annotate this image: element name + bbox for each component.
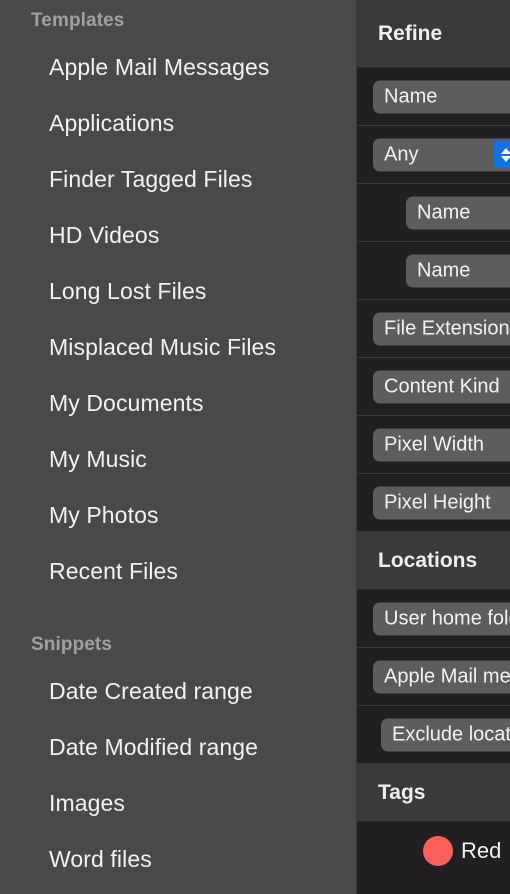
row-pixel-height-token[interactable]: Pixel Height — [373, 486, 510, 519]
tag-label: Red — [461, 838, 502, 863]
sidebar-item-long-lost-files[interactable]: Long Lost Files — [49, 278, 206, 305]
row-exclude-locations-label: Exclude locations — [392, 723, 510, 745]
row-apple-mail-label: Apple Mail messages — [384, 665, 510, 687]
row-exclude-locations[interactable]: Exclude locations — [357, 706, 510, 764]
sidebar-item-recent-files[interactable]: Recent Files — [49, 558, 178, 585]
refine-panel[interactable]: Refine Name Any Name Name File Extension Conte… — [357, 0, 510, 894]
tags-section-header: Tags — [357, 764, 510, 822]
row-file-extension-token[interactable]: File Extension — [373, 312, 510, 345]
sidebar-item-my-documents[interactable]: My Documents — [49, 390, 204, 417]
row-name-nested-2-token[interactable]: Name — [406, 254, 510, 287]
row-name-nested-1[interactable]: Name — [357, 184, 510, 242]
chevron-up-down-icon[interactable] — [494, 141, 510, 168]
templates-sidebar[interactable]: Templates Apple Mail Messages Applications… — [0, 0, 357, 894]
row-pixel-width[interactable]: Pixel Width — [357, 416, 510, 474]
row-pixel-width-label: Pixel Width — [384, 433, 485, 455]
sidebar-item-date-created-range[interactable]: Date Created range — [49, 678, 253, 705]
row-name-label: Name — [384, 85, 438, 107]
row-any-token[interactable]: Any — [373, 138, 510, 171]
locations-section-header: Locations — [357, 532, 510, 590]
row-apple-mail[interactable]: Apple Mail messages — [357, 648, 510, 706]
row-file-extension-label: File Extension — [384, 317, 510, 339]
row-exclude-locations-token[interactable]: Exclude locations — [381, 718, 510, 751]
chevron-up-icon — [500, 147, 510, 154]
row-name-nested-1-token[interactable]: Name — [406, 196, 510, 229]
row-user-home[interactable]: User home folder — [357, 590, 510, 648]
sidebar-item-date-modified-range[interactable]: Date Modified range — [49, 734, 258, 761]
row-content-kind-label: Content Kind — [384, 375, 500, 397]
sidebar-group-header-snippets: Snippets — [31, 634, 113, 655]
row-content-kind[interactable]: Content Kind — [357, 358, 510, 416]
row-name-nested-1-label: Name — [417, 201, 471, 223]
sidebar-group-header-templates: Templates — [31, 10, 125, 31]
tags-section-title: Tags — [378, 780, 426, 804]
sidebar-item-finder-tagged-files[interactable]: Finder Tagged Files — [49, 166, 252, 193]
row-pixel-height[interactable]: Pixel Height — [357, 474, 510, 532]
sidebar-item-applications[interactable]: Applications — [49, 110, 174, 137]
row-user-home-label: User home folder — [384, 607, 510, 629]
row-user-home-token[interactable]: User home folder — [373, 602, 510, 635]
row-name-nested-2-label: Name — [417, 259, 471, 281]
row-any-label: Any — [384, 143, 419, 165]
row-any[interactable]: Any — [357, 126, 510, 184]
row-pixel-width-token[interactable]: Pixel Width — [373, 428, 510, 461]
row-name[interactable]: Name — [357, 68, 510, 126]
row-name-nested-2[interactable]: Name — [357, 242, 510, 300]
refine-section-title: Refine — [378, 21, 443, 45]
row-pixel-height-label: Pixel Height — [384, 491, 491, 513]
chevron-down-icon — [500, 155, 510, 162]
refine-section-header: Refine — [357, 0, 510, 68]
row-name-token[interactable]: Name — [373, 80, 510, 113]
row-content-kind-token[interactable]: Content Kind — [373, 370, 510, 403]
sidebar-item-hd-videos[interactable]: HD Videos — [49, 222, 159, 249]
sidebar-item-images[interactable]: Images — [49, 790, 125, 817]
row-apple-mail-token[interactable]: Apple Mail messages — [373, 660, 510, 693]
locations-section-title: Locations — [378, 548, 478, 572]
tag-row-red[interactable]: Red — [357, 822, 510, 880]
tag-color-dot-icon — [423, 836, 453, 866]
sidebar-item-word-files[interactable]: Word files — [49, 846, 152, 873]
sidebar-item-misplaced-music-files[interactable]: Misplaced Music Files — [49, 334, 276, 361]
sidebar-item-my-music[interactable]: My Music — [49, 446, 147, 473]
sidebar-item-apple-mail-messages[interactable]: Apple Mail Messages — [49, 54, 270, 81]
row-file-extension[interactable]: File Extension — [357, 300, 510, 358]
search-builder-window: Templates Apple Mail Messages Applications… — [0, 0, 510, 894]
sidebar-item-my-photos[interactable]: My Photos — [49, 502, 159, 529]
